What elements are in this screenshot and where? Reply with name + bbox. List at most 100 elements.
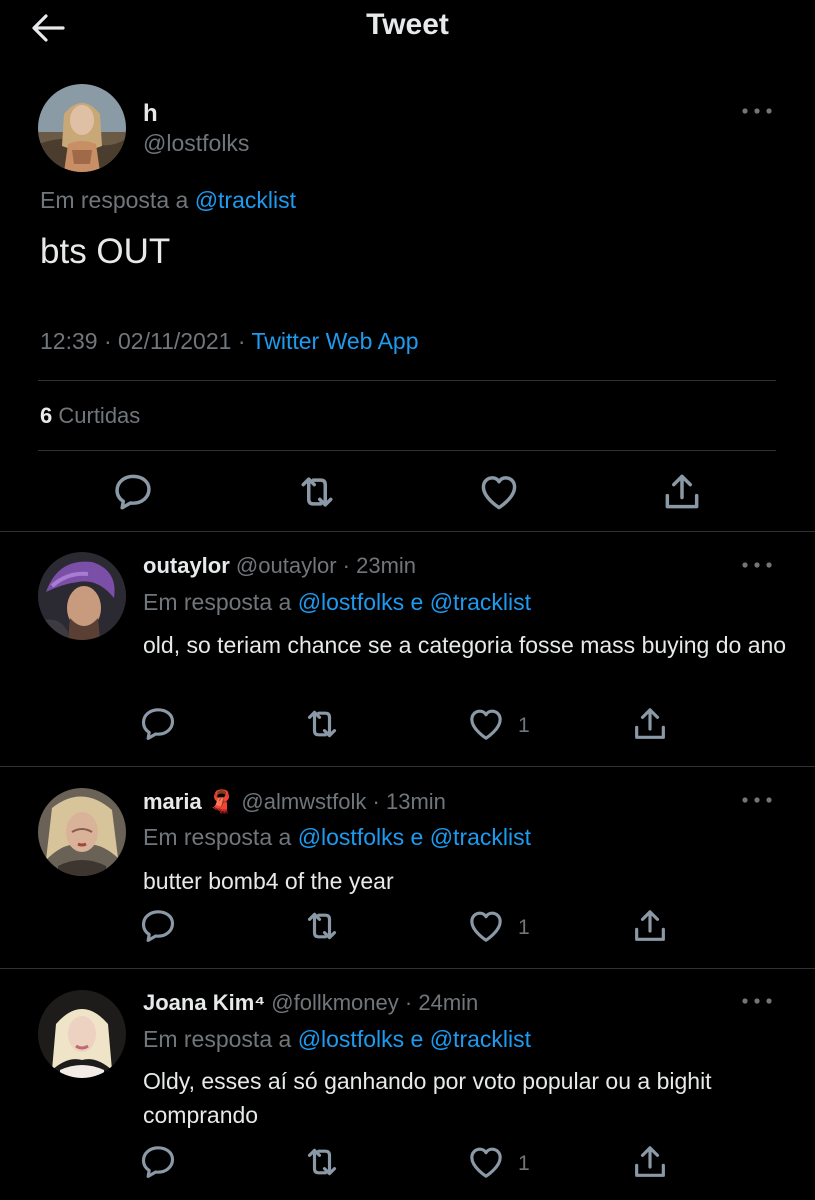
retweet-button[interactable]	[302, 704, 342, 744]
share-icon	[630, 906, 670, 946]
more-button[interactable]	[737, 555, 777, 575]
likes-count: 6	[40, 403, 53, 428]
like-count: 1	[518, 916, 530, 939]
reply-joiner: e	[410, 824, 424, 850]
reply-to-link[interactable]: @lostfolks	[298, 1026, 404, 1052]
tweet-date[interactable]: 02/11/2021	[118, 328, 231, 354]
more-dots-icon	[737, 790, 777, 810]
retweet-icon	[295, 470, 339, 514]
retweet-icon	[302, 906, 342, 946]
username[interactable]: @follkmoney	[271, 990, 399, 1015]
reply-time[interactable]: 23min	[356, 553, 416, 578]
heart-icon	[466, 906, 506, 946]
more-button[interactable]	[737, 101, 777, 121]
reply-button[interactable]	[138, 1142, 178, 1182]
tweet-time[interactable]: 12:39	[40, 328, 98, 354]
heart-icon	[477, 470, 521, 514]
retweet-icon	[302, 704, 342, 744]
more-button[interactable]	[737, 790, 777, 810]
reply-to-link[interactable]: @lostfolks	[298, 824, 404, 850]
separator: ·	[372, 789, 380, 814]
reply-prefix: Em resposta a	[143, 824, 292, 850]
reply-icon	[138, 1142, 178, 1182]
reply-text: butter bomb4 of the year	[143, 868, 394, 894]
display-name[interactable]: maria	[143, 789, 202, 814]
heart-icon	[466, 704, 506, 744]
username[interactable]: @almwstfolk	[241, 789, 366, 814]
share-button[interactable]	[630, 1142, 670, 1182]
reply-context: Em resposta a @lostfolks e @tracklist	[143, 1026, 531, 1053]
reply-time[interactable]: 13min	[386, 789, 446, 814]
reply-button[interactable]	[138, 906, 178, 946]
divider	[0, 968, 815, 969]
username[interactable]: @outaylor	[236, 553, 337, 578]
like-button[interactable]	[466, 906, 506, 946]
reply-to-link[interactable]: @tracklist	[430, 1026, 531, 1052]
reply-text: Oldy, esses aí só ganhando por voto popu…	[143, 1068, 712, 1128]
retweet-button[interactable]	[302, 906, 342, 946]
like-button[interactable]	[466, 1142, 506, 1182]
reply-icon	[138, 704, 178, 744]
reply-text: old, so teriam chance se a categoria fos…	[143, 632, 787, 658]
reply-to-link[interactable]: @lostfolks	[298, 589, 404, 615]
heart-icon	[466, 1142, 506, 1182]
reply-to-link[interactable]: @tracklist	[195, 187, 296, 213]
more-button[interactable]	[737, 991, 777, 1011]
reply-prefix: Em resposta a	[40, 187, 189, 213]
separator: ·	[103, 328, 112, 354]
divider	[0, 766, 815, 767]
reply-joiner: e	[410, 589, 424, 615]
share-button[interactable]	[660, 470, 704, 514]
reply-prefix: Em resposta a	[143, 1026, 292, 1052]
more-dots-icon	[737, 555, 777, 575]
avatar[interactable]	[38, 788, 126, 876]
display-name[interactable]: h	[143, 100, 158, 128]
display-name[interactable]: Joana Kim⁴	[143, 990, 265, 1015]
reply-prefix: Em resposta a	[143, 589, 292, 615]
display-name[interactable]: outaylor	[143, 553, 230, 578]
reply-context: Em resposta a @tracklist	[40, 187, 296, 214]
more-dots-icon	[737, 991, 777, 1011]
scarf-emoji: 🧣	[207, 789, 236, 814]
avatar[interactable]	[38, 84, 126, 172]
share-icon	[660, 470, 704, 514]
tweet-meta: 12:39 · 02/11/2021 · Twitter Web App	[40, 328, 419, 355]
divider	[38, 450, 776, 451]
separator: ·	[404, 990, 413, 1015]
retweet-icon	[302, 1142, 342, 1182]
separator: ·	[342, 553, 350, 578]
retweet-button[interactable]	[295, 470, 339, 514]
reply-header: maria 🧣 @almwstfolk · 13min	[143, 789, 446, 815]
avatar[interactable]	[38, 552, 126, 640]
like-count: 1	[518, 714, 530, 737]
share-button[interactable]	[630, 704, 670, 744]
like-button[interactable]	[477, 470, 521, 514]
avatar[interactable]	[38, 990, 126, 1078]
reply-button[interactable]	[138, 704, 178, 744]
reply-to-link[interactable]: @tracklist	[430, 589, 531, 615]
username[interactable]: @lostfolks	[143, 130, 249, 157]
share-button[interactable]	[630, 906, 670, 946]
like-button[interactable]	[466, 704, 506, 744]
likes-label: Curtidas	[58, 403, 141, 428]
reply-joiner: e	[410, 1026, 424, 1052]
page-title: Tweet	[366, 8, 449, 41]
share-icon	[630, 1142, 670, 1182]
separator: ·	[237, 328, 246, 354]
divider	[38, 380, 776, 381]
retweet-button[interactable]	[302, 1142, 342, 1182]
more-dots-icon	[737, 101, 777, 121]
reply-icon	[138, 906, 178, 946]
reply-button[interactable]	[111, 470, 155, 514]
reply-header: Joana Kim⁴ @follkmoney · 24min	[143, 990, 478, 1016]
reply-to-link[interactable]: @tracklist	[430, 824, 531, 850]
share-icon	[630, 704, 670, 744]
divider	[0, 531, 815, 532]
likes-summary[interactable]: 6 Curtidas	[40, 403, 140, 429]
like-count: 1	[518, 1152, 530, 1175]
reply-time[interactable]: 24min	[418, 990, 478, 1015]
reply-header: outaylor @outaylor · 23min	[143, 553, 416, 579]
tweet-source[interactable]: Twitter Web App	[251, 328, 418, 354]
reply-icon	[111, 470, 155, 514]
reply-context: Em resposta a @lostfolks e @tracklist	[143, 824, 531, 851]
